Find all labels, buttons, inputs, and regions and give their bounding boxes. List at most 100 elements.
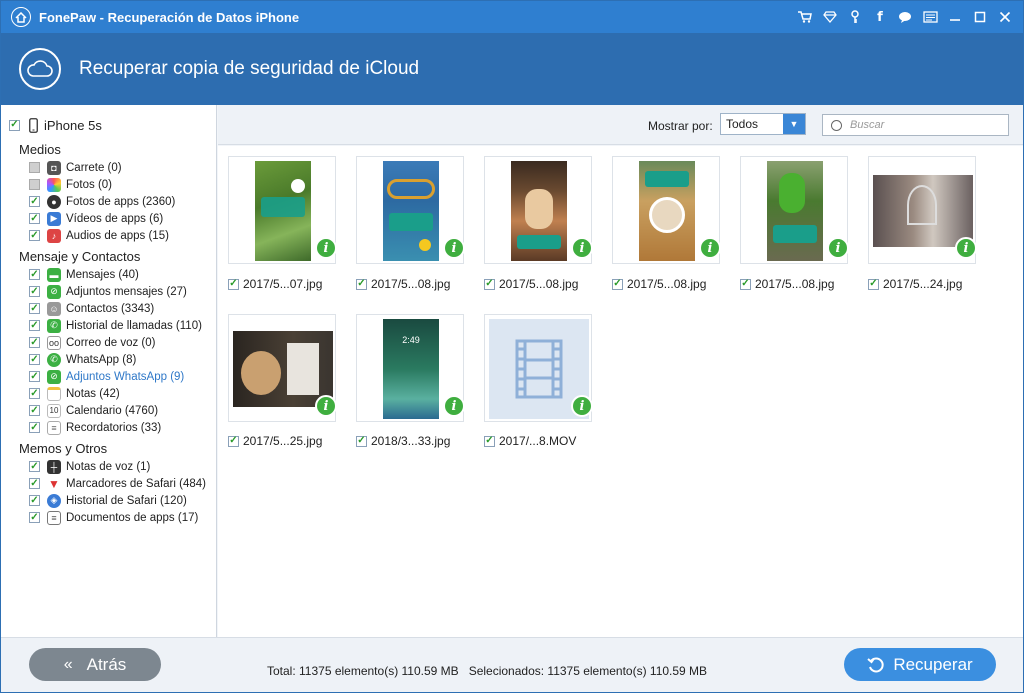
- chat-icon[interactable]: [897, 9, 913, 25]
- file-checkbox[interactable]: ✓: [484, 278, 495, 290]
- image-preview: [639, 161, 695, 261]
- file-caption[interactable]: ✓ 2017/5...25.jpg: [228, 434, 322, 448]
- minimize-icon[interactable]: [947, 9, 963, 25]
- recover-button[interactable]: Recuperar: [844, 648, 996, 681]
- sidebar-item-historial-safari[interactable]: ✓ ◈ Historial de Safari (120): [9, 492, 216, 509]
- title-bar: FonePaw - Recuperación de Datos iPhone f: [1, 1, 1023, 33]
- sidebar-item-label: Fotos de apps (2360): [66, 195, 176, 208]
- diamond-icon[interactable]: [822, 9, 838, 25]
- sidebar-item-whatsapp[interactable]: ✓ ✆ WhatsApp (8): [9, 351, 216, 368]
- chevron-down-icon[interactable]: ▼: [783, 114, 805, 134]
- file-checkbox[interactable]: ✓: [740, 278, 751, 290]
- device-checkbox[interactable]: ✓: [9, 119, 20, 131]
- info-icon[interactable]: i: [571, 237, 593, 259]
- cart-icon[interactable]: [797, 9, 813, 25]
- checkbox[interactable]: ✓: [29, 320, 40, 331]
- checkbox[interactable]: [29, 179, 40, 190]
- search-input[interactable]: Buscar: [822, 114, 1009, 136]
- info-icon[interactable]: i: [699, 237, 721, 259]
- file-caption[interactable]: ✓ 2017/5...07.jpg: [228, 277, 322, 291]
- sidebar-item-correo-voz[interactable]: ✓ oo Correo de voz (0): [9, 334, 216, 351]
- file-checkbox[interactable]: ✓: [356, 278, 367, 290]
- sidebar-item-label: Adjuntos WhatsApp (9): [66, 370, 185, 383]
- info-icon[interactable]: i: [443, 237, 465, 259]
- file-thumbnail[interactable]: i: [612, 156, 721, 264]
- close-icon[interactable]: [997, 9, 1013, 25]
- maximize-icon[interactable]: [972, 9, 988, 25]
- sidebar-item-mensajes[interactable]: ✓ ▬ Mensajes (40): [9, 266, 216, 283]
- footer-bar: « Atrás Total: 11375 elemento(s) 110.59 …: [1, 637, 1023, 692]
- file-caption[interactable]: ✓ 2018/3...33.jpg: [356, 434, 450, 448]
- sidebar-item-adjuntos-mensajes[interactable]: ✓ ⊘ Adjuntos mensajes (27): [9, 283, 216, 300]
- info-icon[interactable]: i: [955, 237, 977, 259]
- info-icon[interactable]: i: [315, 395, 337, 417]
- sidebar-item-carrete[interactable]: ◘ Carrete (0): [9, 159, 216, 176]
- file-checkbox[interactable]: ✓: [612, 278, 623, 290]
- file-thumbnail[interactable]: i: [356, 156, 465, 264]
- file-caption[interactable]: ✓ 2017/5...08.jpg: [356, 277, 450, 291]
- checkbox[interactable]: ✓: [29, 371, 40, 382]
- sidebar-item-recordatorios[interactable]: ✓ ≡ Recordatorios (33): [9, 419, 216, 436]
- home-icon[interactable]: [11, 7, 31, 27]
- checkbox[interactable]: ✓: [29, 230, 40, 241]
- back-button[interactable]: « Atrás: [29, 648, 161, 681]
- info-icon[interactable]: i: [571, 395, 593, 417]
- checkbox[interactable]: [29, 162, 40, 173]
- sidebar-item-marcadores-safari[interactable]: ✓ ▼ Marcadores de Safari (484): [9, 475, 216, 492]
- info-icon[interactable]: i: [315, 237, 337, 259]
- app-photos-icon: ●: [47, 194, 61, 209]
- checkbox[interactable]: ✓: [29, 461, 40, 472]
- file-checkbox[interactable]: ✓: [356, 435, 367, 447]
- feedback-icon[interactable]: [922, 9, 938, 25]
- checkbox[interactable]: ✓: [29, 388, 40, 399]
- sidebar-item-documentos-apps[interactable]: ✓ ≡ Documentos de apps (17): [9, 509, 216, 526]
- checkbox[interactable]: ✓: [29, 405, 40, 416]
- file-thumbnail[interactable]: i: [228, 156, 337, 264]
- checkbox[interactable]: ✓: [29, 213, 40, 224]
- checkbox[interactable]: ✓: [29, 337, 40, 348]
- file-caption[interactable]: ✓ 2017/5...08.jpg: [740, 277, 834, 291]
- sidebar-item-videos-apps[interactable]: ✓ ▶ Vídeos de apps (6): [9, 210, 216, 227]
- checkbox[interactable]: ✓: [29, 495, 40, 506]
- facebook-icon[interactable]: f: [872, 9, 888, 25]
- file-checkbox[interactable]: ✓: [228, 278, 239, 290]
- file-thumbnail[interactable]: i: [484, 314, 593, 422]
- info-icon[interactable]: i: [443, 395, 465, 417]
- key-icon[interactable]: [847, 9, 863, 25]
- checkbox[interactable]: ✓: [29, 303, 40, 314]
- file-thumbnail[interactable]: i: [868, 156, 977, 264]
- device-row[interactable]: ✓ iPhone 5s: [9, 113, 216, 137]
- checkbox[interactable]: ✓: [29, 286, 40, 297]
- sidebar-item-calendario[interactable]: ✓ 10 Calendario (4760): [9, 402, 216, 419]
- sidebar-item-historial-llamadas[interactable]: ✓ ✆ Historial de llamadas (110): [9, 317, 216, 334]
- file-caption[interactable]: ✓ 2017/5...08.jpg: [484, 277, 578, 291]
- file-checkbox[interactable]: ✓: [484, 435, 495, 447]
- sidebar-item-fotos[interactable]: Fotos (0): [9, 176, 216, 193]
- info-icon[interactable]: i: [827, 237, 849, 259]
- file-caption[interactable]: ✓ 2017/5...08.jpg: [612, 277, 706, 291]
- checkbox[interactable]: ✓: [29, 269, 40, 280]
- show-by-select[interactable]: Todos ▼: [720, 113, 806, 135]
- checkbox[interactable]: ✓: [29, 478, 40, 489]
- sidebar-item-fotos-apps[interactable]: ✓ ● Fotos de apps (2360): [9, 193, 216, 210]
- recover-icon: [867, 656, 885, 674]
- sidebar-item-adjuntos-whatsapp[interactable]: ✓ ⊘ Adjuntos WhatsApp (9): [9, 368, 216, 385]
- checkbox[interactable]: ✓: [29, 196, 40, 207]
- device-name: iPhone 5s: [44, 117, 102, 133]
- file-thumbnail[interactable]: i: [228, 314, 337, 422]
- checkbox[interactable]: ✓: [29, 354, 40, 365]
- file-checkbox[interactable]: ✓: [228, 435, 239, 447]
- file-caption[interactable]: ✓ 2017/...8.MOV: [484, 434, 576, 448]
- sidebar-item-notas-voz[interactable]: ✓ ┼ Notas de voz (1): [9, 458, 216, 475]
- file-thumbnail[interactable]: i: [484, 156, 593, 264]
- sidebar-item-notas[interactable]: ✓ Notas (42): [9, 385, 216, 402]
- file-checkbox[interactable]: ✓: [868, 278, 879, 290]
- file-caption[interactable]: ✓ 2017/5...24.jpg: [868, 277, 962, 291]
- file-thumbnail[interactable]: i: [740, 156, 849, 264]
- sidebar-item-label: Calendario (4760): [66, 404, 159, 417]
- checkbox[interactable]: ✓: [29, 422, 40, 433]
- checkbox[interactable]: ✓: [29, 512, 40, 523]
- sidebar-item-audios-apps[interactable]: ✓ ♪ Audios de apps (15): [9, 227, 216, 244]
- file-thumbnail[interactable]: 2:49 i: [356, 314, 465, 422]
- sidebar-item-contactos[interactable]: ✓ ☺ Contactos (3343): [9, 300, 216, 317]
